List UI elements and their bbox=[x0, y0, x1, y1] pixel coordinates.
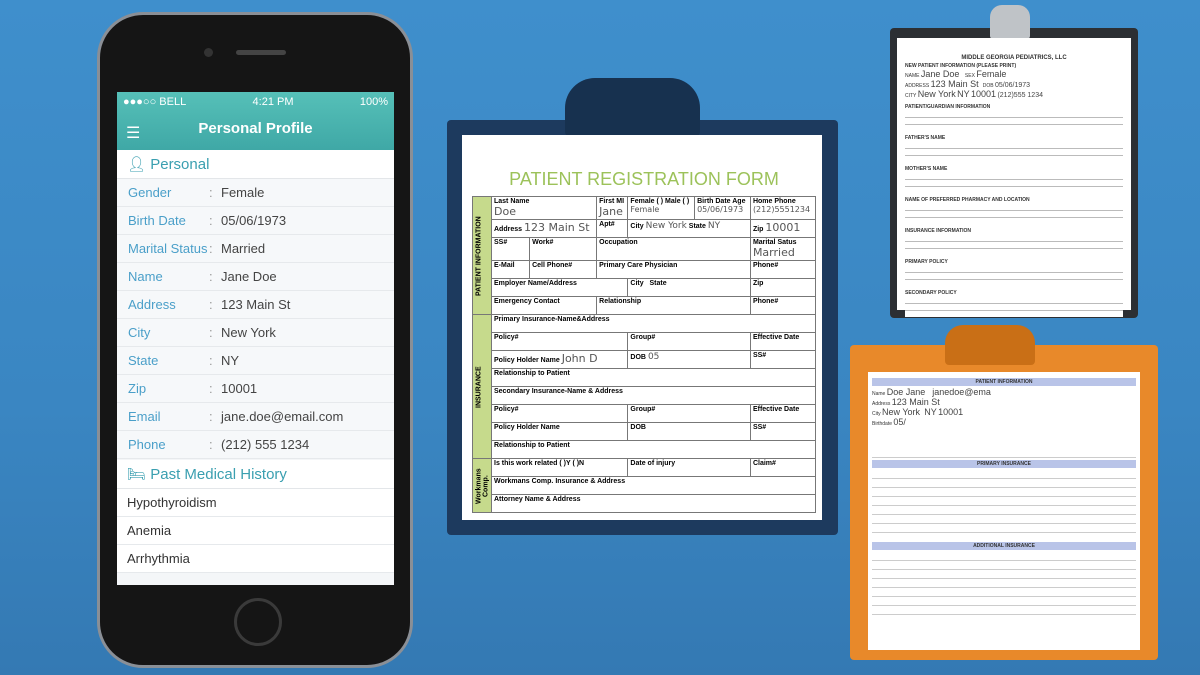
field-label: Address bbox=[128, 297, 176, 312]
section-label: INSURANCE bbox=[472, 314, 492, 459]
clipboard-clip bbox=[990, 5, 1030, 39]
section-heading: INSURANCE INFORMATION bbox=[905, 228, 972, 234]
separator: : bbox=[209, 213, 213, 228]
separator: : bbox=[209, 241, 213, 256]
section-heading: FATHER'S NAME bbox=[905, 135, 946, 141]
history-item[interactable]: Arrhythmia bbox=[117, 545, 394, 573]
field-row[interactable]: Marital Status: Married bbox=[117, 235, 394, 263]
battery: 100% bbox=[359, 96, 388, 108]
field-label: Birth Date bbox=[128, 213, 186, 228]
clipboard-clip bbox=[945, 325, 1035, 365]
field-value: New York bbox=[221, 325, 276, 340]
separator: : bbox=[209, 325, 213, 340]
field-row[interactable]: Phone: (212) 555 1234 bbox=[117, 431, 394, 459]
form-title: MIDDLE GEORGIA PEDIATRICS, LLC bbox=[961, 55, 1067, 61]
field-value: Jane Doe bbox=[221, 269, 277, 284]
field-label: Email bbox=[128, 409, 161, 424]
camera bbox=[204, 48, 213, 57]
section-label: PATIENT INFORMATION bbox=[472, 196, 492, 315]
separator: : bbox=[209, 269, 213, 284]
mi-label: MI bbox=[616, 198, 625, 205]
apt-label: Apt# bbox=[599, 221, 615, 228]
section-heading: PRIMARY POLICY bbox=[905, 259, 948, 265]
registration-form: PATIENT REGISTRATION FORM PATIENT INFORM… bbox=[462, 135, 822, 520]
field-row[interactable]: Address:123 Main St bbox=[117, 291, 394, 319]
field-row[interactable]: Birth Date:05/06/1973 bbox=[117, 207, 394, 235]
field-label: Marital Status bbox=[128, 241, 208, 256]
section-title: Past Medical History bbox=[150, 466, 287, 483]
field-value: NY bbox=[221, 353, 240, 368]
speaker bbox=[236, 50, 286, 55]
separator: : bbox=[209, 381, 213, 396]
separator: : bbox=[209, 185, 213, 200]
history-item[interactable]: Anemia bbox=[117, 517, 394, 545]
field-label: Zip bbox=[128, 381, 147, 396]
person-icon: 👤︎ bbox=[127, 156, 147, 173]
carrier: ●●●○○ BELL bbox=[123, 96, 187, 108]
history-item[interactable]: Hypothyroidism bbox=[117, 489, 394, 517]
field-row[interactable]: Zip:10001 bbox=[117, 375, 394, 403]
form-title: PATIENT REGISTRATION FORM bbox=[509, 169, 779, 189]
phone-screen: ●●●○○ BELL 4:21 PM 100% ☰ Personal Profi… bbox=[117, 92, 394, 585]
separator: : bbox=[209, 409, 213, 424]
pediatrics-form: MIDDLE GEORGIA PEDIATRICS, LLC NEW PATIE… bbox=[897, 38, 1131, 317]
app-header: ●●●○○ BELL 4:21 PM 100% ☰ Personal Profi… bbox=[117, 92, 394, 150]
field-value: 123 Main St bbox=[221, 297, 291, 312]
field-value: (212) 555 1234 bbox=[221, 437, 310, 452]
field-row[interactable]: Email: jane.doe@email.com bbox=[117, 403, 394, 431]
bed-icon: 🛏︎ bbox=[127, 466, 147, 483]
age-label: Age bbox=[732, 198, 746, 205]
field-label: Gender bbox=[128, 185, 172, 200]
hamburger-icon[interactable]: ☰ bbox=[126, 123, 140, 143]
section-heading: PATIENT/GUARDIAN INFORMATION bbox=[905, 104, 991, 110]
separator: : bbox=[209, 437, 213, 452]
field-value: Female bbox=[221, 185, 265, 200]
section-heading: SECONDARY POLICY bbox=[905, 290, 957, 296]
field-row[interactable]: State: NY bbox=[117, 347, 394, 375]
field-row[interactable]: Name: Jane Doe bbox=[117, 263, 394, 291]
section-heading: NAME OF PREFERRED PHARMACY AND LOCATION bbox=[905, 197, 1030, 203]
field-label: Phone bbox=[128, 437, 166, 452]
page-title: Personal Profile bbox=[198, 120, 313, 137]
clipboard-clip bbox=[565, 78, 700, 136]
field-value: 10001 bbox=[221, 381, 258, 396]
section-label: Workmans Comp. bbox=[472, 458, 492, 513]
time: 4:21 PM bbox=[252, 96, 294, 108]
section-history: 🛏︎ Past Medical History bbox=[117, 460, 394, 489]
field-label: State bbox=[128, 353, 159, 368]
section-personal: 👤︎ Personal bbox=[117, 150, 394, 179]
home-button[interactable] bbox=[234, 598, 282, 646]
field-label: Name bbox=[128, 269, 163, 284]
separator: : bbox=[209, 353, 213, 368]
patient-info-form: PATIENT INFORMATION Name Doe Jane janedo… bbox=[868, 372, 1140, 650]
status-bar: ●●●○○ BELL 4:21 PM 100% bbox=[117, 92, 394, 108]
field-row[interactable]: Gender: Female bbox=[117, 179, 394, 207]
section-heading: MOTHER'S NAME bbox=[905, 166, 948, 172]
separator: : bbox=[209, 297, 213, 312]
field-label: City bbox=[128, 325, 151, 340]
patient-info-table: PATIENT INFORMATION Last Name Doe First M… bbox=[472, 196, 817, 513]
field-value: 05/06/1973 bbox=[221, 213, 287, 228]
field-value: Married bbox=[221, 241, 266, 256]
field-row[interactable]: City: New York bbox=[117, 319, 394, 347]
section-title: Personal bbox=[150, 156, 210, 173]
field-value: jane.doe@email.com bbox=[221, 409, 344, 424]
